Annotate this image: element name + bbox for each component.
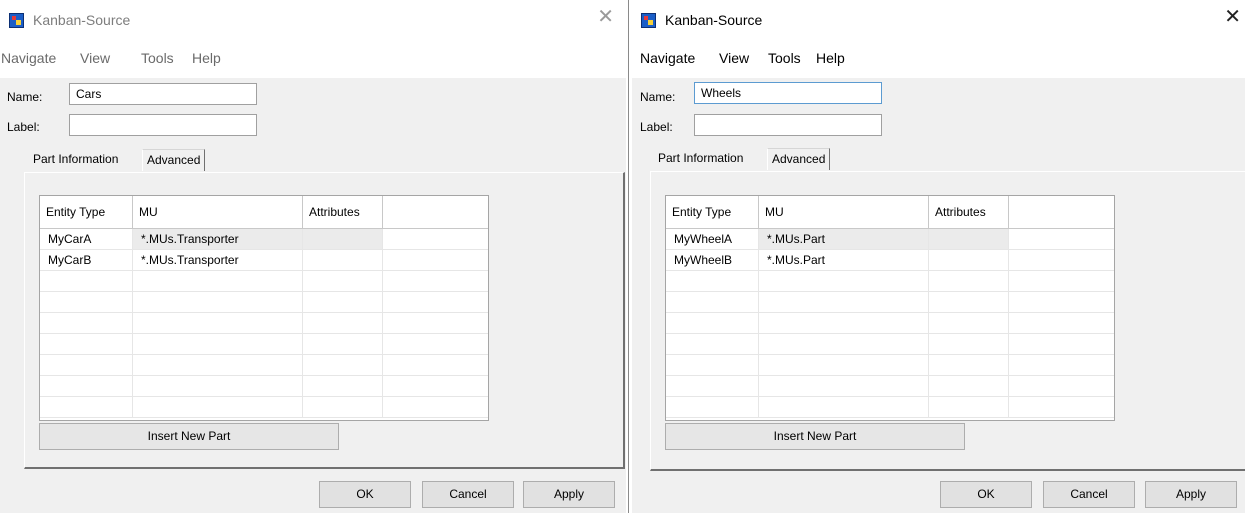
cell-entity-type[interactable]: MyCarA: [40, 229, 133, 249]
menu-bar: Navigate View Tools Help: [632, 40, 1245, 78]
parts-table: Entity Type MU Attributes MyWheelA *.MUs…: [665, 195, 1115, 421]
menu-bar: Navigate View Tools Help: [0, 40, 626, 78]
table-row[interactable]: MyCarA *.MUs.Transporter: [40, 229, 488, 250]
parts-table: Entity Type MU Attributes MyCarA *.MUs.T…: [39, 195, 489, 421]
name-label: Name:: [7, 90, 43, 104]
tab-advanced[interactable]: Advanced: [142, 149, 206, 171]
dialog-window-right: Kanban-Source ✕ Navigate View Tools Help…: [632, 0, 1245, 513]
column-mu[interactable]: MU: [133, 196, 303, 228]
cell-attributes[interactable]: [929, 250, 1009, 270]
label-label: Label:: [7, 120, 40, 134]
window-title: Kanban-Source: [665, 12, 763, 28]
table-row-empty[interactable]: [666, 292, 1114, 313]
cancel-button[interactable]: Cancel: [1043, 481, 1135, 508]
tab-advanced[interactable]: Advanced: [767, 148, 831, 170]
table-row[interactable]: MyCarB *.MUs.Transporter: [40, 250, 488, 271]
column-entity-type[interactable]: Entity Type: [40, 196, 133, 228]
dialog-window-left: Kanban-Source ✕ Navigate View Tools Help…: [0, 0, 626, 513]
table-row-empty[interactable]: [666, 271, 1114, 292]
apply-button[interactable]: Apply: [523, 481, 615, 508]
menu-view[interactable]: View: [80, 50, 110, 66]
table-row[interactable]: MyWheelB *.MUs.Part: [666, 250, 1114, 271]
cell-attributes[interactable]: [303, 229, 383, 249]
table-row-empty[interactable]: [666, 376, 1114, 397]
table-row-empty[interactable]: [666, 355, 1114, 376]
kanban-source-app-icon: [641, 13, 656, 28]
table-row-empty[interactable]: [666, 334, 1114, 355]
close-icon[interactable]: ✕: [597, 7, 614, 27]
table-row-empty[interactable]: [40, 292, 488, 313]
title-bar: Kanban-Source ✕: [632, 0, 1245, 40]
kanban-source-app-icon: [9, 13, 24, 28]
cell-entity-type[interactable]: MyCarB: [40, 250, 133, 270]
table-row-empty[interactable]: [666, 313, 1114, 334]
label-label: Label:: [640, 120, 673, 134]
table-row-empty[interactable]: [40, 271, 488, 292]
name-label: Name:: [640, 90, 676, 104]
window-title: Kanban-Source: [33, 12, 131, 28]
cell-mu[interactable]: *.MUs.Part: [759, 250, 929, 270]
menu-navigate[interactable]: Navigate: [640, 50, 695, 66]
insert-new-part-button[interactable]: Insert New Part: [665, 423, 965, 450]
table-row[interactable]: MyWheelA *.MUs.Part: [666, 229, 1114, 250]
apply-button[interactable]: Apply: [1145, 481, 1237, 508]
table-row-empty[interactable]: [40, 397, 488, 418]
tab-part-information[interactable]: Part Information: [654, 148, 748, 170]
column-entity-type[interactable]: Entity Type: [666, 196, 759, 228]
menu-help[interactable]: Help: [816, 50, 845, 66]
menu-help[interactable]: Help: [192, 50, 221, 66]
table-row-empty[interactable]: [40, 376, 488, 397]
cancel-button[interactable]: Cancel: [422, 481, 514, 508]
cell-entity-type[interactable]: MyWheelA: [666, 229, 759, 249]
menu-tools[interactable]: Tools: [141, 50, 174, 66]
ok-button[interactable]: OK: [319, 481, 411, 508]
table-header: Entity Type MU Attributes: [40, 196, 488, 229]
tab-part-information[interactable]: Part Information: [29, 149, 123, 171]
column-mu[interactable]: MU: [759, 196, 929, 228]
menu-view[interactable]: View: [719, 50, 749, 66]
ok-button[interactable]: OK: [940, 481, 1032, 508]
table-row-empty[interactable]: [40, 355, 488, 376]
cell-entity-type[interactable]: MyWheelB: [666, 250, 759, 270]
label-input[interactable]: [694, 114, 882, 136]
cell-mu[interactable]: *.MUs.Part: [759, 229, 929, 249]
column-attributes[interactable]: Attributes: [303, 196, 383, 228]
table-row-empty[interactable]: [666, 397, 1114, 418]
cell-attributes[interactable]: [303, 250, 383, 270]
insert-new-part-button[interactable]: Insert New Part: [39, 423, 339, 450]
title-bar: Kanban-Source ✕: [0, 0, 626, 40]
label-input[interactable]: [69, 114, 257, 136]
cell-attributes[interactable]: [929, 229, 1009, 249]
cell-mu[interactable]: *.MUs.Transporter: [133, 250, 303, 270]
menu-navigate[interactable]: Navigate: [1, 50, 56, 66]
close-icon[interactable]: ✕: [1224, 7, 1241, 27]
table-row-empty[interactable]: [40, 313, 488, 334]
menu-tools[interactable]: Tools: [768, 50, 801, 66]
table-row-empty[interactable]: [40, 334, 488, 355]
table-header: Entity Type MU Attributes: [666, 196, 1114, 229]
cell-mu[interactable]: *.MUs.Transporter: [133, 229, 303, 249]
name-input[interactable]: Wheels: [694, 82, 882, 104]
column-attributes[interactable]: Attributes: [929, 196, 1009, 228]
name-input[interactable]: Cars: [69, 83, 257, 105]
